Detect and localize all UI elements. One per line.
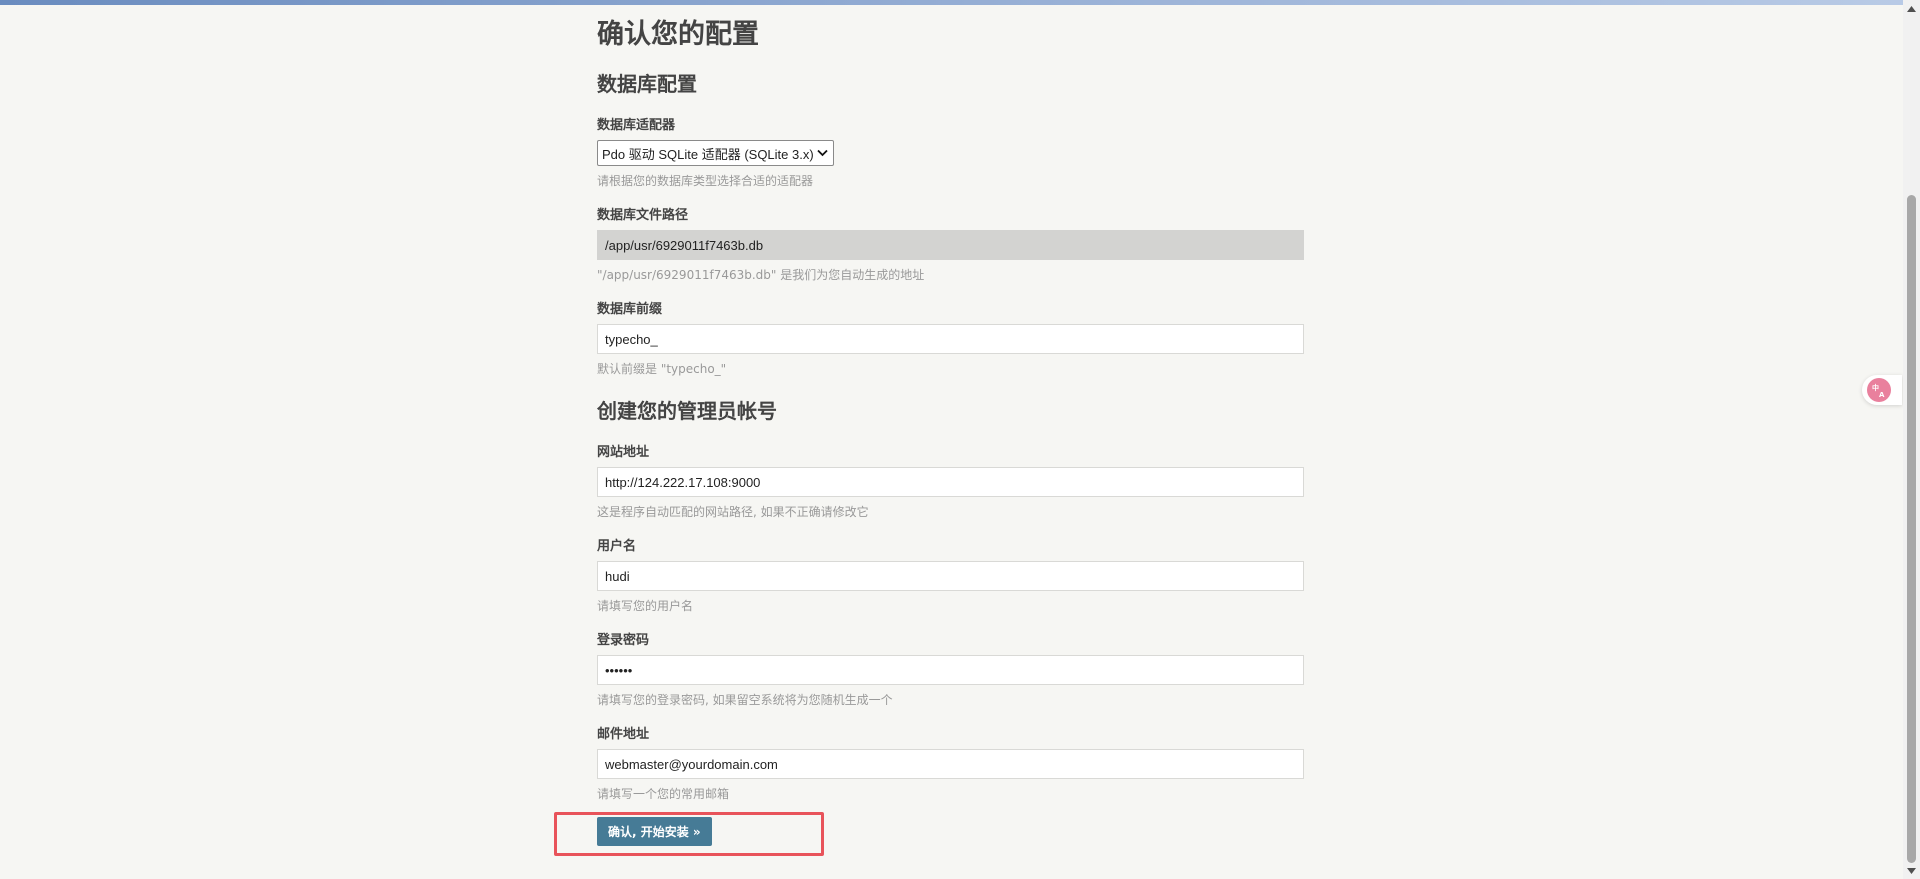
- db-adapter-selected-value: Pdo 驱动 SQLite 适配器 (SQLite 3.x): [602, 146, 814, 162]
- db-prefix-input[interactable]: [597, 324, 1304, 354]
- db-file-path-label: 数据库文件路径: [597, 208, 689, 223]
- db-adapter-label: 数据库适配器: [597, 118, 676, 133]
- confirm-install-button[interactable]: 确认, 开始安装 »: [597, 817, 712, 846]
- site-url-input[interactable]: [597, 467, 1304, 497]
- scrollbar-thumb[interactable]: [1907, 195, 1916, 863]
- page-title: 确认您的配置: [597, 19, 759, 50]
- site-url-hint: 这是程序自动匹配的网站路径, 如果不正确请修改它: [597, 505, 869, 519]
- database-section-title: 数据库配置: [597, 72, 697, 96]
- arrow-down-icon[interactable]: [1903, 862, 1920, 879]
- site-url-label: 网站地址: [597, 445, 650, 460]
- top-accent-bar: [0, 0, 1920, 5]
- username-hint: 请填写您的用户名: [597, 599, 694, 613]
- email-label: 邮件地址: [597, 727, 650, 742]
- db-adapter-hint: 请根据您的数据库类型选择合适的适配器: [597, 174, 814, 188]
- translate-widget[interactable]: 中 A: [1862, 375, 1902, 405]
- svg-text:中: 中: [1872, 383, 1879, 392]
- email-input[interactable]: [597, 749, 1304, 779]
- db-prefix-label: 数据库前缀: [597, 302, 663, 317]
- password-input[interactable]: [597, 655, 1304, 685]
- db-file-path-input[interactable]: [597, 230, 1304, 260]
- username-input[interactable]: [597, 561, 1304, 591]
- translate-icon: 中 A: [1867, 378, 1891, 402]
- email-hint: 请填写一个您的常用邮箱: [597, 787, 730, 801]
- vertical-scrollbar[interactable]: [1903, 0, 1920, 879]
- db-file-path-hint: "/app/usr/6929011f7463b.db" 是我们为您自动生成的地址: [597, 268, 925, 282]
- svg-text:A: A: [1879, 391, 1885, 398]
- username-label: 用户名: [597, 539, 637, 554]
- password-hint: 请填写您的登录密码, 如果留空系统将为您随机生成一个: [597, 693, 893, 707]
- admin-section-title: 创建您的管理员帐号: [597, 399, 777, 423]
- arrow-up-icon[interactable]: [1903, 0, 1920, 17]
- chevron-down-icon: [815, 146, 829, 160]
- password-label: 登录密码: [597, 633, 650, 648]
- db-prefix-hint: 默认前缀是 "typecho_": [597, 362, 727, 376]
- db-adapter-select[interactable]: Pdo 驱动 SQLite 适配器 (SQLite 3.x): [597, 140, 834, 166]
